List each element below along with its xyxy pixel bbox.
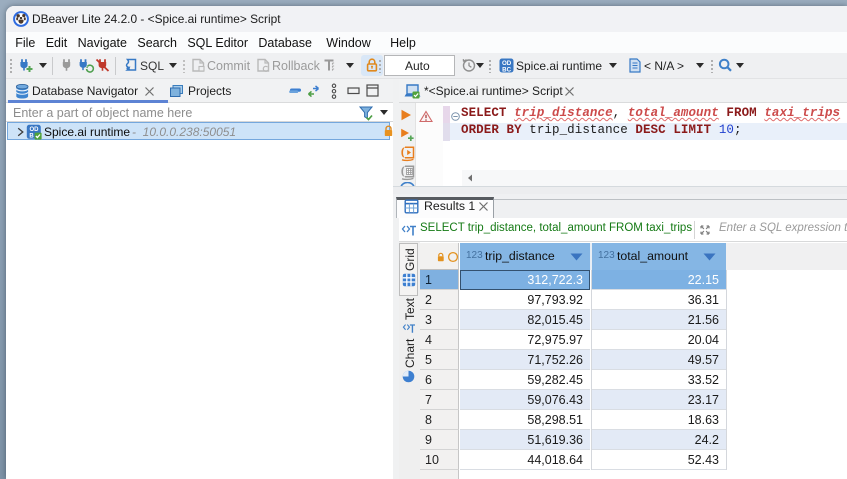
svg-text:OD: OD	[30, 127, 40, 133]
svg-text:B: B	[29, 134, 34, 140]
svg-text:BC: BC	[502, 66, 511, 73]
